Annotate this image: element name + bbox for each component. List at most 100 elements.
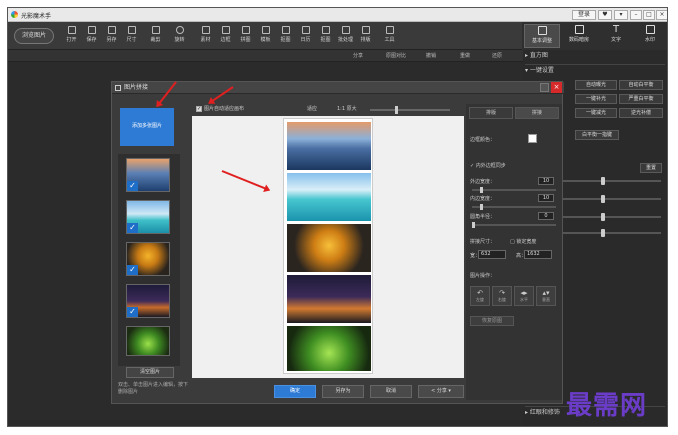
backlight-button[interactable]: 逆光补偿 <box>619 108 663 118</box>
app-window: 光影魔术手 登录 ♥ ▾ – □ × 浏览图片 打开 保存 另存 尺寸 裁剪 旋… <box>7 7 668 427</box>
restore-link[interactable]: 还原 <box>492 52 502 59</box>
thumbnail-leaf[interactable]: ✓ <box>126 242 170 276</box>
outer-width-slider[interactable] <box>472 187 556 193</box>
tool-rotate[interactable]: 旋转 <box>172 25 187 47</box>
adjust-slider-3[interactable] <box>563 213 661 221</box>
close-button[interactable]: × <box>656 10 667 20</box>
tab-watermark[interactable]: 水印 <box>632 24 667 48</box>
add-images-button[interactable]: 添加多张图片 <box>120 108 174 146</box>
compare-link[interactable]: 原图对比 <box>386 52 406 59</box>
undo-link[interactable]: 撤销 <box>426 52 436 59</box>
zoom-actual-button[interactable]: 1:1 原大 <box>337 105 357 112</box>
thumbnail-beach[interactable]: ✓ <box>126 200 170 234</box>
photo-city[interactable] <box>287 275 371 323</box>
camera-icon <box>574 25 584 34</box>
collage-preview[interactable] <box>283 118 373 374</box>
one-click-header[interactable]: ▾ 一键设置 <box>525 64 665 75</box>
zoom-slider-handle[interactable] <box>395 106 398 114</box>
login-button[interactable]: 登录 <box>572 10 596 20</box>
tab-darkroom[interactable]: 数码暗房 <box>561 24 597 48</box>
flip-horizontal-button[interactable]: ◂▸ 水平 <box>514 286 534 306</box>
flip-vertical-button[interactable]: ▴▾ 垂直 <box>536 286 556 306</box>
tool-open[interactable]: 打开 <box>64 25 79 47</box>
tool-layout[interactable]: 排版 <box>358 25 373 47</box>
lock-width-checkbox[interactable]: □ 锁定宽度 <box>510 238 536 245</box>
title-bar: 光影魔术手 登录 ♥ ▾ – □ × <box>8 8 667 22</box>
border-icon <box>221 26 230 34</box>
photo-mountain[interactable] <box>287 122 371 170</box>
menu-icon[interactable]: ▾ <box>614 10 628 20</box>
collage-dialog: 图片拼接 × 添加多张图片 ✓ ✓ ✓ ✓ 清空图片 双击、单击图片进入编辑，按… <box>111 81 564 404</box>
tool-batch[interactable]: 批处理 <box>338 25 353 47</box>
share-button[interactable]: < 分享 ▾ <box>418 385 464 398</box>
tool-border[interactable]: 边框 <box>218 25 233 47</box>
inner-width-value[interactable]: 10 <box>538 194 554 202</box>
tab-basic-adjust[interactable]: 基本调整 <box>524 24 560 48</box>
border-color-swatch[interactable] <box>528 134 537 143</box>
thumbnail-city[interactable]: ✓ <box>126 284 170 318</box>
sync-border-checkbox[interactable]: ✓ 内外边框同步 <box>470 162 506 169</box>
tool-material[interactable]: 素材 <box>198 25 213 47</box>
tool-saveas[interactable]: 另存 <box>104 25 119 47</box>
tool-size[interactable]: 尺寸 <box>124 25 139 47</box>
restore-original-button[interactable]: 恢复原图 <box>470 316 514 326</box>
tool-tools[interactable]: 工具 <box>382 25 397 47</box>
adjust-slider-4[interactable] <box>563 229 661 237</box>
histogram-header[interactable]: ▸ 直方图 <box>525 50 665 61</box>
thumbnail-mountain[interactable]: ✓ <box>126 158 170 192</box>
corner-radius-value[interactable]: 0 <box>538 212 554 220</box>
inner-width-slider[interactable] <box>472 204 556 210</box>
rotate-icon <box>175 26 184 34</box>
save-as-button[interactable]: 另存为 <box>322 385 364 398</box>
clear-images-button[interactable]: 清空图片 <box>126 367 174 378</box>
adjust-slider-2[interactable] <box>563 195 661 203</box>
auto-wb-button[interactable]: 自动白平衡 <box>619 80 663 90</box>
tool-crop[interactable]: 裁剪 <box>148 25 163 47</box>
outer-width-value[interactable]: 10 <box>538 177 554 185</box>
auto-exposure-button[interactable]: 自动曝光 <box>575 80 617 90</box>
auto-fit-checkbox[interactable]: ✓ 图片自动适应画布 <box>196 105 244 112</box>
fill-light-button[interactable]: 一键补光 <box>575 94 617 104</box>
dialog-close-button[interactable]: × <box>551 82 562 93</box>
tab-text[interactable]: T 文字 <box>598 24 634 48</box>
tool-calendar[interactable]: 日历 <box>298 25 313 47</box>
tab-layout[interactable]: 排版 <box>469 107 513 119</box>
wb-one-key-button[interactable]: 白平衡一指键 <box>575 130 619 140</box>
photo-sprout[interactable] <box>287 326 371 371</box>
confirm-button[interactable]: 确定 <box>274 385 316 398</box>
tool-save[interactable]: 保存 <box>84 25 99 47</box>
saveas-icon <box>107 26 116 34</box>
crop-icon <box>151 26 160 34</box>
zoom-slider[interactable] <box>370 109 450 111</box>
right-reset-button[interactable]: 重置 <box>640 163 662 173</box>
tool-template[interactable]: 模板 <box>258 25 273 47</box>
width-input[interactable]: 632 <box>478 250 506 259</box>
height-input[interactable]: 1632 <box>524 250 552 259</box>
strict-wb-button[interactable]: 严重白平衡 <box>619 94 663 104</box>
rotate-left-button[interactable]: ↶ 左旋 <box>470 286 490 306</box>
layout-icon <box>361 26 370 34</box>
dialog-maximize-button[interactable] <box>540 83 549 92</box>
cancel-button[interactable]: 取消 <box>370 385 412 398</box>
tab-stitch[interactable]: 拼接 <box>515 107 559 119</box>
sub-toolbar: 分享 原图对比 撤销 重做 还原 <box>8 50 523 62</box>
browse-images-button[interactable]: 浏览图片 <box>14 28 54 44</box>
tool-cutout-2[interactable]: 抠图 <box>318 25 333 47</box>
tool-cutout[interactable]: 抠图 <box>278 25 293 47</box>
rotate-right-button[interactable]: ↷ 右旋 <box>492 286 512 306</box>
skin-icon[interactable]: ♥ <box>598 10 612 20</box>
adjust-slider-1[interactable] <box>563 177 661 185</box>
corner-radius-slider[interactable] <box>472 222 556 228</box>
tool-collage[interactable]: 拼图 <box>238 25 253 47</box>
minimize-button[interactable]: – <box>630 10 642 20</box>
redo-link[interactable]: 重做 <box>460 52 470 59</box>
photo-beach[interactable] <box>287 173 371 221</box>
reduce-light-button[interactable]: 一键减光 <box>575 108 617 118</box>
share-link[interactable]: 分享 <box>353 52 363 59</box>
photo-leaf[interactable] <box>287 224 371 272</box>
dialog-title: 图片拼接 <box>124 84 149 91</box>
checkbox-icon: ✓ <box>470 163 475 169</box>
zoom-fit-button[interactable]: 适应 <box>307 105 317 112</box>
thumbnail-sprout[interactable] <box>126 326 170 356</box>
maximize-button[interactable]: □ <box>643 10 655 20</box>
